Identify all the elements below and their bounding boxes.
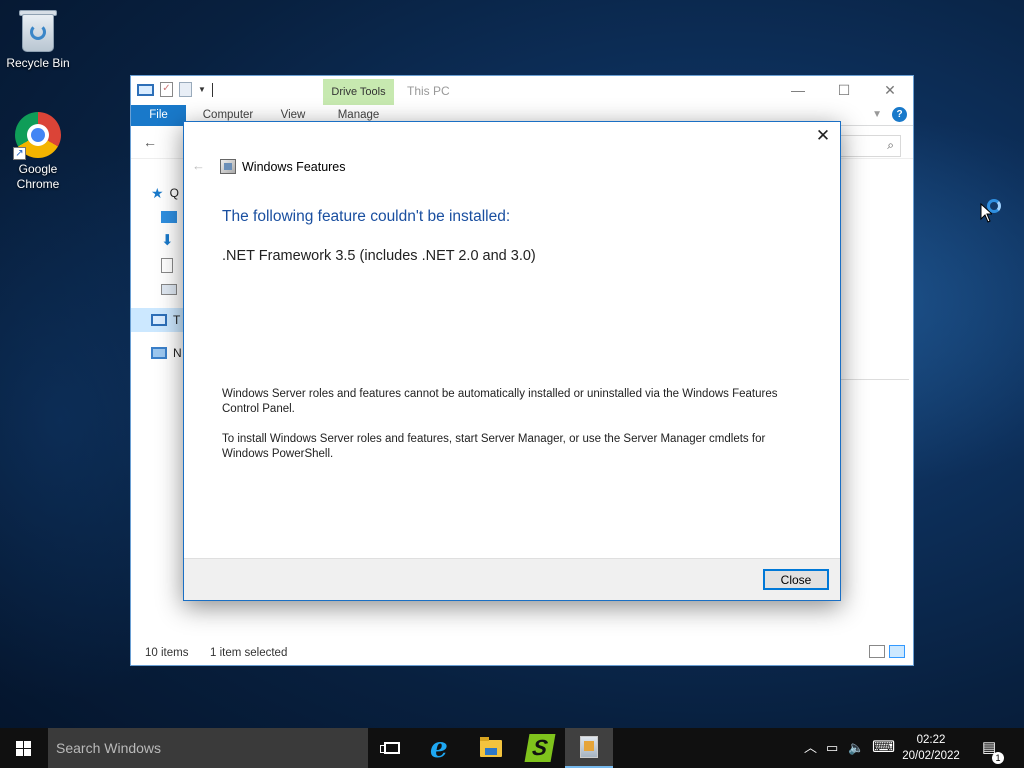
notification-badge: 1 [992, 752, 1004, 764]
explorer-title: This PC [407, 84, 450, 98]
windows-features-taskbar-icon [580, 736, 598, 758]
taskbar-file-explorer[interactable] [467, 728, 515, 768]
nav-item-label: N [173, 346, 182, 360]
explorer-titlebar: ✓ ▼ Drive Tools This PC — ☐ ✕ [131, 76, 913, 105]
maximize-button[interactable]: ☐ [821, 76, 867, 105]
taskbar-app-s[interactable]: S [516, 728, 564, 768]
nav-item-desktop[interactable] [161, 206, 177, 228]
download-arrow-icon: ⬇ [161, 232, 174, 249]
this-pc-icon [137, 83, 154, 96]
taskbar-windows-features[interactable] [565, 728, 613, 768]
ribbon-right-controls: ▼ ? [872, 107, 907, 122]
help-icon[interactable]: ? [892, 107, 907, 122]
desktop-folder-icon [161, 211, 177, 223]
nav-item-label: Q [169, 186, 179, 200]
s-app-icon: S [524, 734, 556, 762]
taskbar-internet-explorer[interactable]: e [418, 728, 466, 768]
details-view-icon[interactable] [869, 645, 885, 658]
new-folder-icon[interactable] [179, 82, 192, 97]
close-icon[interactable]: ✕ [814, 126, 832, 146]
taskbar: Search Windows e S ︿ ▭ 🔈 ⌨ 02:22 20/02/2… [0, 728, 1024, 768]
nav-item-label: T [173, 313, 181, 327]
document-icon [161, 257, 173, 273]
network-status-icon[interactable]: ▭ [826, 740, 838, 756]
item-count: 10 items [145, 647, 189, 659]
taskbar-search-box[interactable]: Search Windows [48, 728, 368, 768]
file-explorer-icon [480, 737, 502, 757]
nav-item-this-pc[interactable]: T [151, 309, 180, 331]
task-view-icon [380, 742, 400, 754]
task-view-button[interactable] [368, 728, 416, 768]
volume-muted-icon[interactable]: 🔈 [848, 740, 864, 756]
search-icon: ⌕ [887, 138, 894, 152]
network-icon [151, 347, 167, 359]
show-hidden-icons-icon[interactable]: ︿ [804, 740, 817, 756]
desktop-icon-google-chrome[interactable]: ↗ Google Chrome [0, 112, 76, 192]
info-paragraph-2: To install Windows Server roles and feat… [222, 433, 766, 460]
customize-toolbar-icon[interactable]: ▼ [198, 85, 206, 94]
system-tray: ︿ ▭ 🔈 ⌨ 02:22 20/02/2022 ▤ 1 [794, 728, 1024, 768]
back-arrow-icon[interactable]: ← [143, 134, 157, 150]
recycle-bin-icon [18, 8, 58, 52]
large-icons-view-icon[interactable] [889, 645, 905, 658]
windows-logo-icon [16, 741, 31, 756]
nav-item-quick-access[interactable]: ★ Q [151, 182, 179, 204]
windows-features-dialog: ✕ ← Windows Features The following featu… [183, 121, 841, 601]
close-button[interactable]: Close [763, 569, 829, 590]
minimize-button[interactable]: — [775, 76, 821, 105]
desktop-icon-recycle-bin[interactable]: Recycle Bin [0, 8, 76, 71]
clock-time: 02:22 [916, 734, 946, 746]
nav-item-network[interactable]: N [151, 342, 182, 364]
drive-tools-context-tab: Drive Tools [323, 79, 394, 105]
group-divider [841, 379, 909, 380]
nav-item-documents[interactable] [161, 254, 173, 276]
status-bar: 10 items 1 item selected [131, 641, 913, 665]
internet-explorer-icon: e [430, 731, 448, 764]
dialog-title: Windows Features [242, 160, 346, 174]
shortcut-arrow-icon: ↗ [13, 147, 26, 160]
selection-count: 1 item selected [210, 647, 288, 659]
view-buttons [869, 645, 905, 658]
properties-icon[interactable]: ✓ [160, 82, 173, 97]
tab-file[interactable]: File [131, 105, 186, 126]
pictures-icon [161, 283, 177, 295]
clock-date: 20/02/2022 [902, 750, 960, 762]
keyboard-icon[interactable]: ⌨ [872, 740, 895, 756]
desktop-icon-label: Google Chrome [16, 162, 60, 191]
clock[interactable]: 02:22 20/02/2022 [898, 732, 964, 764]
quick-access-toolbar: ✓ ▼ [137, 82, 213, 97]
expand-ribbon-icon[interactable]: ▼ [872, 109, 882, 120]
chrome-icon: ↗ [13, 112, 61, 160]
desktop-icon-label: Recycle Bin [6, 56, 70, 70]
star-icon: ★ [151, 184, 164, 201]
error-heading: The following feature couldn't be instal… [222, 208, 511, 225]
start-button[interactable] [0, 728, 48, 768]
mouse-pointer-icon [980, 203, 992, 223]
dialog-footer: Close [184, 558, 840, 600]
close-window-button[interactable]: ✕ [867, 76, 913, 105]
failed-feature-name: .NET Framework 3.5 (includes .NET 2.0 an… [222, 248, 536, 264]
toolbar-separator [211, 82, 213, 97]
computer-icon [151, 314, 167, 326]
nav-item-downloads[interactable]: ⬇ [161, 230, 177, 252]
nav-item-pictures[interactable] [161, 278, 177, 300]
windows-features-icon [220, 159, 236, 174]
info-paragraph-1: Windows Server roles and features cannot… [222, 388, 778, 415]
back-arrow-icon[interactable]: ← [192, 158, 205, 173]
window-controls: — ☐ ✕ [775, 76, 913, 105]
